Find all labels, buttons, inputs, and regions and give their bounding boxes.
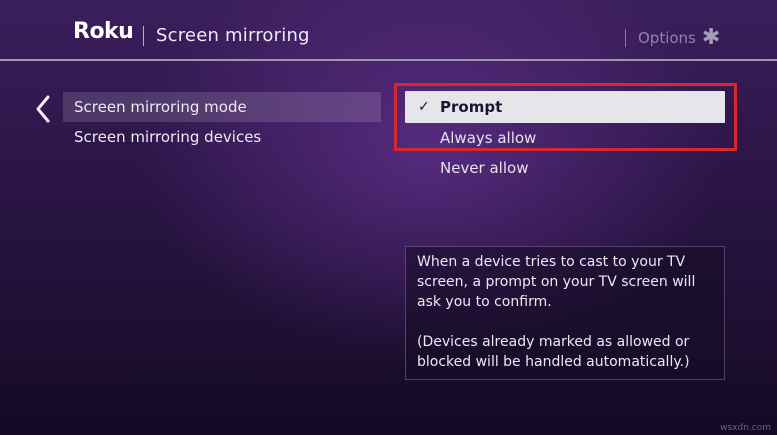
menu-item-screen-mirroring-mode[interactable]: Screen mirroring mode <box>63 92 381 122</box>
options-label: Options <box>638 29 696 47</box>
asterisk-icon: ✱ <box>701 25 721 50</box>
options-button[interactable]: Options ✱ <box>625 25 721 50</box>
watermark: wsxdn.com <box>720 423 771 433</box>
header-divider <box>0 59 777 61</box>
back-chevron-icon[interactable] <box>33 94 53 124</box>
options-separator <box>625 29 626 47</box>
roku-logo: Roku <box>73 19 134 44</box>
option-label: Never allow <box>440 159 529 177</box>
info-text: When a device tries to cast to your TV s… <box>417 254 696 310</box>
info-note: (Devices already marked as allowed or bl… <box>417 334 690 370</box>
page-title: Screen mirroring <box>156 25 310 46</box>
title-separator <box>143 26 144 46</box>
option-never-allow[interactable]: Never allow <box>405 153 725 183</box>
menu-item-screen-mirroring-devices[interactable]: Screen mirroring devices <box>63 122 381 152</box>
settings-menu: Screen mirroring mode Screen mirroring d… <box>63 92 381 152</box>
red-highlight-annotation <box>394 83 737 151</box>
header: Roku Screen mirroring Options ✱ <box>0 0 777 60</box>
info-panel: When a device tries to cast to your TV s… <box>405 246 725 380</box>
